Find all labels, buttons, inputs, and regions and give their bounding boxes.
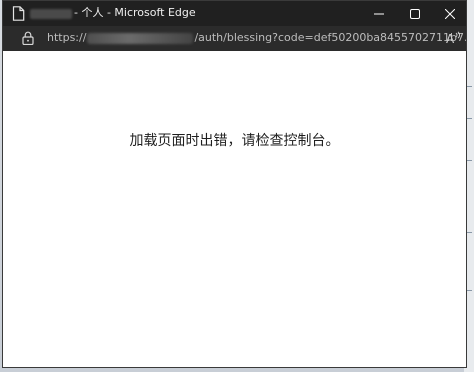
url-scheme: https:// <box>47 31 87 44</box>
maximize-button[interactable] <box>397 1 433 26</box>
window-title: - 个人 - Microsoft Edge <box>74 6 196 19</box>
page-icon <box>12 6 25 21</box>
read-aloud-glyph: A <box>446 32 455 46</box>
url-field[interactable]: https:// /auth/blessing?code=def50200ba8… <box>47 31 467 45</box>
minimize-icon <box>374 13 384 14</box>
read-aloud-button[interactable]: A <box>446 31 462 46</box>
page-content: 加载页面时出错，请检查控制台。 <box>3 51 466 367</box>
maximize-icon <box>410 8 420 19</box>
title-bar[interactable]: - 个人 - Microsoft Edge <box>3 1 466 26</box>
url-path: /auth/blessing?code=def50200ba8455702711… <box>194 31 467 44</box>
redacted-title <box>30 9 72 19</box>
minimize-button[interactable] <box>361 1 397 26</box>
desktop: - 个人 - Microsoft Edge https:// /auth/ble… <box>0 0 474 372</box>
lock-icon[interactable] <box>22 31 34 45</box>
browser-window: - 个人 - Microsoft Edge https:// /auth/ble… <box>2 0 467 368</box>
redacted-host <box>87 32 194 44</box>
read-aloud-icon: A <box>446 31 461 46</box>
address-bar[interactable]: https:// /auth/blessing?code=def50200ba8… <box>3 26 466 51</box>
error-message: 加载页面时出错，请检查控制台。 <box>129 133 340 149</box>
close-button[interactable] <box>432 1 466 26</box>
close-icon <box>445 8 455 19</box>
